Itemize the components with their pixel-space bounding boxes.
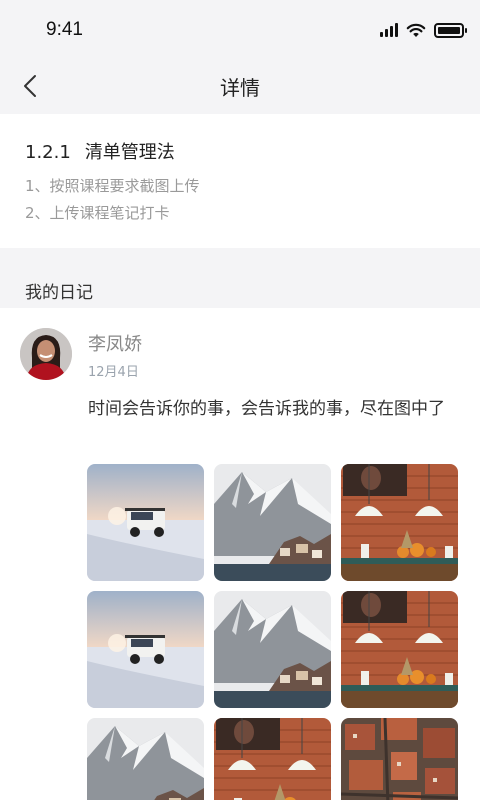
photo-thumbnail[interactable]: [87, 464, 204, 581]
photo-thumbnail[interactable]: [87, 591, 204, 708]
avatar[interactable]: [20, 328, 72, 380]
cellular-signal-icon: [380, 23, 398, 37]
navigation-bar: 详情: [0, 58, 480, 114]
section-title: 我的日记: [25, 283, 93, 303]
task-requirement: 2、上传课程笔记打卡: [25, 204, 170, 222]
diary-entry: 李凤娇 12月4日 时间会告诉你的事，会告诉我的事，尽在图中了: [0, 308, 480, 800]
photo-thumbnail[interactable]: [214, 718, 331, 800]
task-card: 1.2.1 清单管理法 1、按照课程要求截图上传 2、上传课程笔记打卡: [0, 114, 480, 248]
image-grid: [87, 464, 459, 800]
post-content: 时间会告诉你的事，会告诉我的事，尽在图中了: [88, 399, 445, 419]
author-name: 李凤娇: [88, 334, 142, 355]
photo-thumbnail[interactable]: [214, 591, 331, 708]
status-icons: [380, 21, 467, 39]
wifi-icon: [406, 23, 426, 37]
battery-icon: [434, 22, 467, 38]
photo-thumbnail[interactable]: [341, 591, 458, 708]
post-date: 12月4日: [88, 365, 139, 380]
photo-thumbnail[interactable]: [87, 718, 204, 800]
task-requirement: 1、按照课程要求截图上传: [25, 177, 200, 195]
task-title: 1.2.1 清单管理法: [25, 138, 175, 164]
task-number: 1.2.1: [25, 142, 71, 163]
status-bar: 9:41: [0, 0, 480, 58]
page-title: 详情: [220, 76, 260, 100]
photo-thumbnail[interactable]: [341, 718, 458, 800]
status-time: 9:41: [46, 19, 83, 40]
photo-thumbnail[interactable]: [341, 464, 458, 581]
task-name: 清单管理法: [84, 142, 175, 163]
photo-thumbnail[interactable]: [214, 464, 331, 581]
